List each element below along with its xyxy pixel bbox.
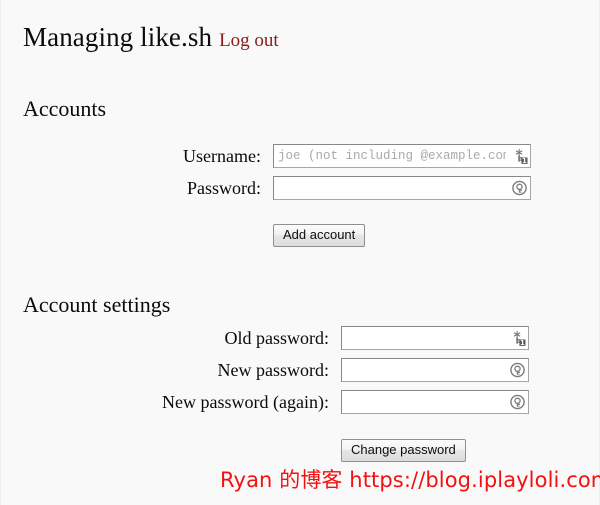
old-password-label: Old password: — [224, 327, 330, 348]
form-row-old-password: Old password: 1 — [1, 322, 529, 354]
key-circle-icon[interactable] — [509, 362, 526, 379]
password-label: Password: — [186, 177, 261, 198]
change-password-button[interactable]: Change password — [341, 439, 466, 463]
accounts-button-row: Add account — [1, 224, 531, 248]
new-password-label: New password: — [217, 359, 329, 380]
form-row-password: Password: — [1, 172, 531, 204]
settings-button-row: Change password — [1, 439, 529, 463]
password-input-wrap — [273, 176, 531, 200]
svg-text:1: 1 — [520, 339, 525, 347]
username-label: Username: — [183, 145, 261, 166]
new-password-input[interactable] — [341, 358, 529, 382]
section-heading-accounts: Accounts — [23, 96, 107, 122]
section-heading-account-settings: Account settings — [23, 292, 171, 318]
key-circle-icon[interactable] — [511, 180, 528, 197]
key-badge-1-icon[interactable]: 1 — [509, 330, 526, 347]
key-circle-icon[interactable] — [509, 394, 526, 411]
new-password-again-label: New password (again): — [162, 391, 329, 412]
page-root: Managing like.sh Log out Accounts Usernam… — [0, 0, 600, 505]
new-password-again-input[interactable] — [341, 390, 529, 414]
key-badge-1-icon[interactable]: 1 — [511, 148, 528, 165]
old-password-input-wrap: 1 — [341, 326, 529, 350]
svg-text:1: 1 — [522, 157, 527, 165]
page-title: Managing like.sh — [23, 22, 213, 52]
add-account-button[interactable]: Add account — [273, 224, 366, 248]
password-input[interactable] — [273, 176, 531, 200]
form-row-new-password: New password: — [1, 354, 529, 386]
logout-link[interactable]: Log out — [219, 30, 279, 51]
accounts-form: Username: 1 — [1, 140, 531, 248]
username-input-wrap: 1 — [273, 144, 531, 168]
watermark: Ryan 的博客 https://blog.iplayloli.com — [220, 468, 600, 492]
old-password-input[interactable] — [341, 326, 529, 350]
username-input[interactable] — [273, 144, 531, 168]
account-settings-form: Old password: 1 New password: New passwo… — [1, 322, 529, 463]
page-header: Managing like.sh Log out — [23, 22, 279, 53]
new-password-again-input-wrap — [341, 390, 529, 414]
form-row-new-password-again: New password (again): — [1, 386, 529, 418]
new-password-input-wrap — [341, 358, 529, 382]
form-row-username: Username: 1 — [1, 140, 531, 172]
